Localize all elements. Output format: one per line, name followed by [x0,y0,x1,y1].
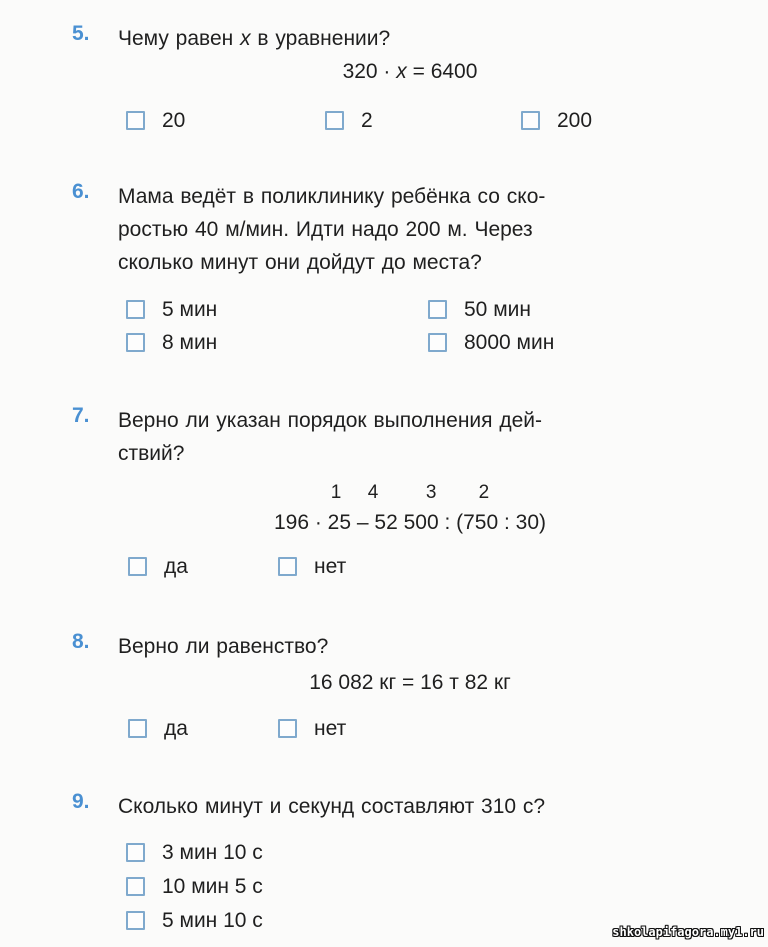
question-5-prompt: Чему равен x в уравнении? [118,22,702,55]
question-9-answer-option-3[interactable]: 5 мин 10 с [126,910,263,931]
question-8-number: 8. [72,630,90,653]
question-7-formula: 196 · 25 – 52 500 : (750 : 30) [273,511,547,534]
question-9-answer-option-2[interactable]: 10 мин 5 с [126,876,263,897]
checkbox-icon[interactable] [278,557,297,576]
question-6-answer-option-2[interactable]: 50 мин [428,299,531,320]
answer-label: нет [314,717,347,740]
checkbox-icon[interactable] [126,300,145,319]
question-7-answer-option-no[interactable]: нет [278,556,346,577]
answer-label: 5 мин 10 с [162,909,263,932]
answer-label: 2 [361,109,373,132]
question-7-operation-order: 1 4 3 2 [330,482,490,503]
question-9-prompt-line-1: Сколько минут и секунд составляют 310 с? [118,795,546,818]
question-9-body: Сколько минут и секунд составляют 310 с? [118,790,702,823]
question-9-number: 9. [72,790,90,813]
question-6-answer-option-3[interactable]: 8 мин [126,332,217,353]
question-7-number: 7. [72,404,90,427]
checkbox-icon[interactable] [428,333,447,352]
question-5-prompt-prefix: Чему равен [118,27,241,50]
question-8-body: Верно ли равенство? [118,630,702,663]
answer-label: 8 мин [162,331,218,354]
worksheet-page: 5. Чему равен x в уравнении? 320 · x = 6… [0,0,768,947]
checkbox-icon[interactable] [126,911,145,930]
checkbox-icon[interactable] [126,333,145,352]
answer-label: 3 мин 10 с [162,841,263,864]
question-6-answer-option-1[interactable]: 5 мин [126,299,217,320]
question-6-number: 6. [72,180,90,203]
answer-label: 20 [162,109,186,132]
answer-label: да [164,717,188,740]
question-6-prompt-line-2: ростью 40 м/мин. Идти надо 200 м. Через [118,218,533,241]
question-6-answer-option-4[interactable]: 8000 мин [428,332,554,353]
question-7-prompt-line-2: ствий? [118,442,185,465]
question-6-prompt-line-1: Мама ведёт в поликлинику ребёнка со ско- [118,185,546,208]
checkbox-icon[interactable] [278,719,297,738]
question-7-answer-option-yes[interactable]: да [128,556,188,577]
answer-label: 10 мин 5 с [162,875,263,898]
answer-label: 5 мин [162,298,218,321]
answer-label: нет [314,555,347,578]
question-7-body: Верно ли указан порядок выполнения дей- … [118,404,702,470]
question-8-prompt-line-1: Верно ли равенство? [118,635,329,658]
question-8-answer-option-yes[interactable]: да [128,718,188,739]
question-6-body: Мама ведёт в поликлинику ребёнка со ско-… [118,180,702,279]
question-5-answer-option-1[interactable]: 20 [126,110,185,131]
answer-label: 8000 мин [464,331,555,354]
question-5-formula-right: = 6400 [406,60,478,83]
question-7-answers: да нет [0,556,768,592]
question-5-formula-left: 320 · [342,60,397,83]
answer-label: 50 мин [464,298,531,321]
question-5-answer-option-3[interactable]: 200 [521,110,592,131]
question-5-formula: 320 · x = 6400 [118,55,702,88]
question-8-answers: да нет [0,718,768,754]
answer-label: 200 [557,109,593,132]
question-5-answers: 20 2 200 [0,110,768,146]
checkbox-icon[interactable] [428,300,447,319]
question-5-formula-variable: x [396,60,407,83]
question-7-prompt-line-1: Верно ли указан порядок выполнения дей- [118,409,543,432]
checkbox-icon[interactable] [128,557,147,576]
question-6-prompt-line-3: сколько минут они дойдут до места? [118,251,482,274]
answer-label: да [164,555,188,578]
question-6-answers: 5 мин 50 мин 8 мин 8000 мин [0,299,768,369]
question-9-answer-option-1[interactable]: 3 мин 10 с [126,842,263,863]
checkbox-icon[interactable] [126,111,145,130]
site-watermark: shkolapifagora.my1.ru [612,925,764,939]
question-8-formula: 16 082 кг = 16 т 82 кг [309,671,511,694]
question-5-answer-option-2[interactable]: 2 [325,110,373,131]
question-5-number: 5. [72,22,90,45]
checkbox-icon[interactable] [126,843,145,862]
checkbox-icon[interactable] [128,719,147,738]
question-5-variable: x [240,27,251,50]
checkbox-icon[interactable] [521,111,540,130]
checkbox-icon[interactable] [325,111,344,130]
question-5-prompt-suffix: в уравнении? [250,27,391,50]
checkbox-icon[interactable] [126,877,145,896]
question-5-body: Чему равен x в уравнении? [118,22,702,55]
question-8-answer-option-no[interactable]: нет [278,718,346,739]
